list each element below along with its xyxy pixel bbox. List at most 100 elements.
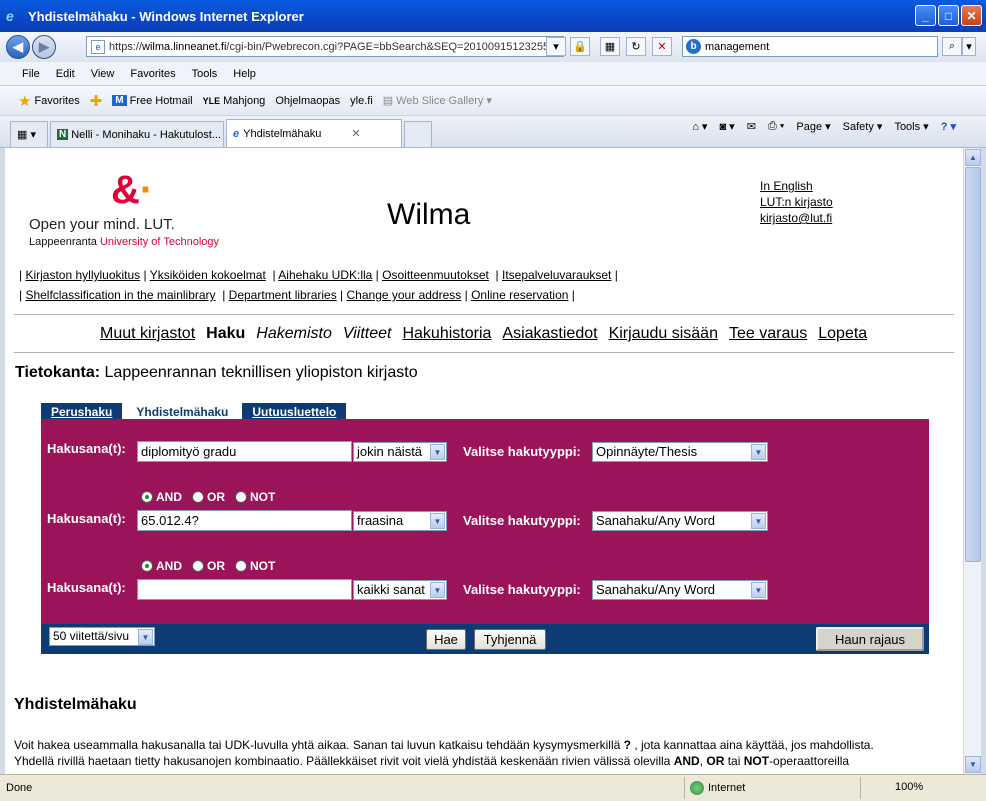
maximize-button[interactable]: □ — [938, 5, 959, 26]
address-bar: ◀ ▶ e https:// wilma.linneanet.fi /cgi-b… — [0, 32, 986, 62]
search-input[interactable]: b management — [682, 36, 938, 57]
menu-file[interactable]: File — [22, 68, 40, 80]
fav-free-hotmail[interactable]: M Free Hotmail — [112, 94, 193, 107]
print-icon[interactable]: ⎙ ▾ — [768, 120, 784, 133]
search-options-icon[interactable]: ▾ — [962, 37, 976, 56]
back-button[interactable]: ◀ — [6, 35, 30, 59]
nav-hakuhistoria[interactable]: Hakuhistoria — [402, 325, 491, 343]
search-type-3[interactable]: Sanahaku/Any Word ▼ — [592, 580, 768, 600]
radio-dot-icon — [235, 560, 247, 572]
tab-yhdistelmahaku[interactable]: e Yhdistelmähaku ✕ — [226, 119, 402, 147]
divider-top — [14, 314, 954, 315]
per-page-select[interactable]: 50 viitettä/sivu ▼ — [49, 627, 155, 646]
help-icon[interactable]: ? ▾ — [941, 120, 956, 133]
menu-tools[interactable]: Tools — [192, 68, 218, 80]
link-lut-library[interactable]: LUT:n kirjasto — [760, 194, 833, 210]
menu-favorites[interactable]: Favorites — [130, 68, 175, 80]
page-menu[interactable]: Page ▾ — [796, 120, 830, 133]
radio-and-1[interactable]: AND — [141, 490, 182, 504]
link-osoitteenmuutokset[interactable]: Osoitteenmuutokset — [382, 268, 489, 282]
tab-yhdistelmahaku-label: Yhdistelmähaku — [243, 127, 322, 140]
new-tab-button[interactable] — [404, 121, 432, 147]
search-mode-3[interactable]: kaikki sanat ▼ — [353, 580, 447, 600]
search-term-2[interactable] — [137, 510, 352, 531]
menu-edit[interactable]: Edit — [56, 68, 75, 80]
scroll-up-icon[interactable]: ▲ — [965, 149, 981, 166]
url-field[interactable]: e https:// wilma.linneanet.fi /cgi-bin/P… — [86, 36, 564, 57]
link-itsepalveluvaraukset[interactable]: Itsepalveluvaraukset — [502, 268, 611, 282]
nav-kirjaudu-sisaan[interactable]: Kirjaudu sisään — [609, 325, 718, 343]
link-email[interactable]: kirjasto@lut.fi — [760, 210, 833, 226]
search-icon[interactable]: ⌕ — [942, 37, 962, 56]
home-icon[interactable]: ⌂ ▾ — [692, 120, 707, 133]
tab-yhdistelmahaku-search[interactable]: Yhdistelmähaku — [126, 403, 239, 420]
favorites-button[interactable]: ★ Favorites — [18, 92, 80, 110]
favorites-bar: ★ Favorites ✚ M Free Hotmail YLE Mahjong Oh… — [0, 86, 986, 116]
dropdown-arrow-icon: ▼ — [138, 629, 153, 645]
add-favorite-icon[interactable]: ✚ — [90, 92, 103, 110]
search-type-2[interactable]: Sanahaku/Any Word ▼ — [592, 511, 768, 531]
read-mail-icon[interactable]: ✉ — [747, 120, 756, 133]
type-label-3: Valitse hakutyyppi: — [463, 582, 581, 597]
clear-button[interactable]: Tyhjennä — [474, 629, 546, 650]
menu-view[interactable]: View — [91, 68, 115, 80]
nav-asiakastiedot[interactable]: Asiakastiedot — [502, 325, 597, 343]
lock-icon[interactable]: 🔒 — [570, 37, 590, 56]
links-row-english: | Shelfclassification in the mainlibrary… — [19, 288, 575, 302]
boolean-group-1: AND OR NOT — [141, 490, 275, 504]
fav-web-slice-gallery[interactable]: ▤ Web Slice Gallery ▾ — [383, 94, 492, 108]
feeds-icon[interactable]: ◙ ▾ — [719, 120, 734, 133]
link-hyllyluokitus[interactable]: Kirjaston hyllyluokitus — [25, 268, 140, 282]
search-mode-1-value: jokin näistä — [357, 444, 423, 459]
safety-menu[interactable]: Safety ▾ — [843, 120, 883, 133]
minimize-button[interactable]: _ — [915, 5, 936, 26]
quick-tabs-icon[interactable]: ▦ ▾ — [10, 121, 48, 147]
link-shelfclassification[interactable]: Shelfclassification in the mainlibrary — [25, 288, 215, 302]
radio-not-1[interactable]: NOT — [235, 490, 275, 504]
vertical-scrollbar[interactable]: ▲ ▼ — [963, 148, 981, 774]
link-online-reservation[interactable]: Online reservation — [471, 288, 568, 302]
radio-or-2[interactable]: OR — [192, 559, 225, 573]
menu-help[interactable]: Help — [233, 68, 256, 80]
radio-or-1[interactable]: OR — [192, 490, 225, 504]
compatibility-icon[interactable]: ▦ — [600, 37, 620, 56]
scroll-thumb[interactable] — [965, 167, 981, 562]
zoom-level[interactable]: 100% — [895, 781, 923, 793]
nav-muut-kirjastot[interactable]: Muut kirjastot — [100, 325, 195, 343]
nav-haku[interactable]: Haku — [206, 325, 245, 343]
limit-search-button[interactable]: Haun rajaus — [816, 627, 924, 651]
search-mode-2-value: fraasina — [357, 513, 404, 528]
stop-icon[interactable]: ✕ — [652, 37, 672, 56]
tools-menu[interactable]: Tools ▾ — [894, 120, 928, 133]
close-tab-icon[interactable]: ✕ — [351, 127, 360, 140]
menu-bar: File Edit View Favorites Tools Help — [0, 62, 986, 86]
scroll-down-icon[interactable]: ▼ — [965, 756, 981, 773]
tab-uutuusluettelo[interactable]: Uutuusluettelo — [242, 403, 347, 420]
url-dropdown-icon[interactable]: ▾ — [546, 37, 566, 56]
refresh-icon[interactable]: ↻ — [626, 37, 646, 56]
search-mode-2[interactable]: fraasina ▼ — [353, 511, 447, 531]
search-term-3[interactable] — [137, 579, 352, 600]
search-type-1[interactable]: Opinnäyte/Thesis ▼ — [592, 442, 768, 462]
fav-ohjelmaopas[interactable]: Ohjelmaopas — [275, 95, 340, 107]
search-term-1[interactable] — [137, 441, 352, 462]
fav-free-hotmail-label: Free Hotmail — [129, 94, 193, 107]
link-change-address[interactable]: Change your address — [347, 288, 462, 302]
forward-button[interactable]: ▶ — [32, 35, 56, 59]
link-yksikoiden-kokoelmat[interactable]: Yksiköiden kokoelmat — [150, 268, 266, 282]
tab-nelli[interactable]: N Nelli - Monihaku - Hakutulost... — [50, 121, 224, 147]
link-in-english[interactable]: In English — [760, 178, 833, 194]
search-actions-bar: 50 viitettä/sivu ▼ Hae Tyhjennä Haun raja… — [41, 624, 929, 654]
fav-yle[interactable]: yle.fi — [350, 95, 373, 107]
search-mode-1[interactable]: jokin näistä ▼ — [353, 442, 447, 462]
tab-perushaku[interactable]: Perushaku — [41, 403, 123, 420]
search-button[interactable]: Hae — [426, 629, 466, 650]
nav-lopeta[interactable]: Lopeta — [818, 325, 867, 343]
link-department-libraries[interactable]: Department libraries — [229, 288, 337, 302]
fav-mahjong[interactable]: YLE Mahjong — [203, 95, 266, 107]
nav-tee-varaus[interactable]: Tee varaus — [729, 325, 807, 343]
radio-not-2[interactable]: NOT — [235, 559, 275, 573]
link-aihehaku[interactable]: Aihehaku UDK:lla — [278, 268, 372, 282]
close-button[interactable]: ✕ — [961, 5, 982, 26]
radio-and-2[interactable]: AND — [141, 559, 182, 573]
